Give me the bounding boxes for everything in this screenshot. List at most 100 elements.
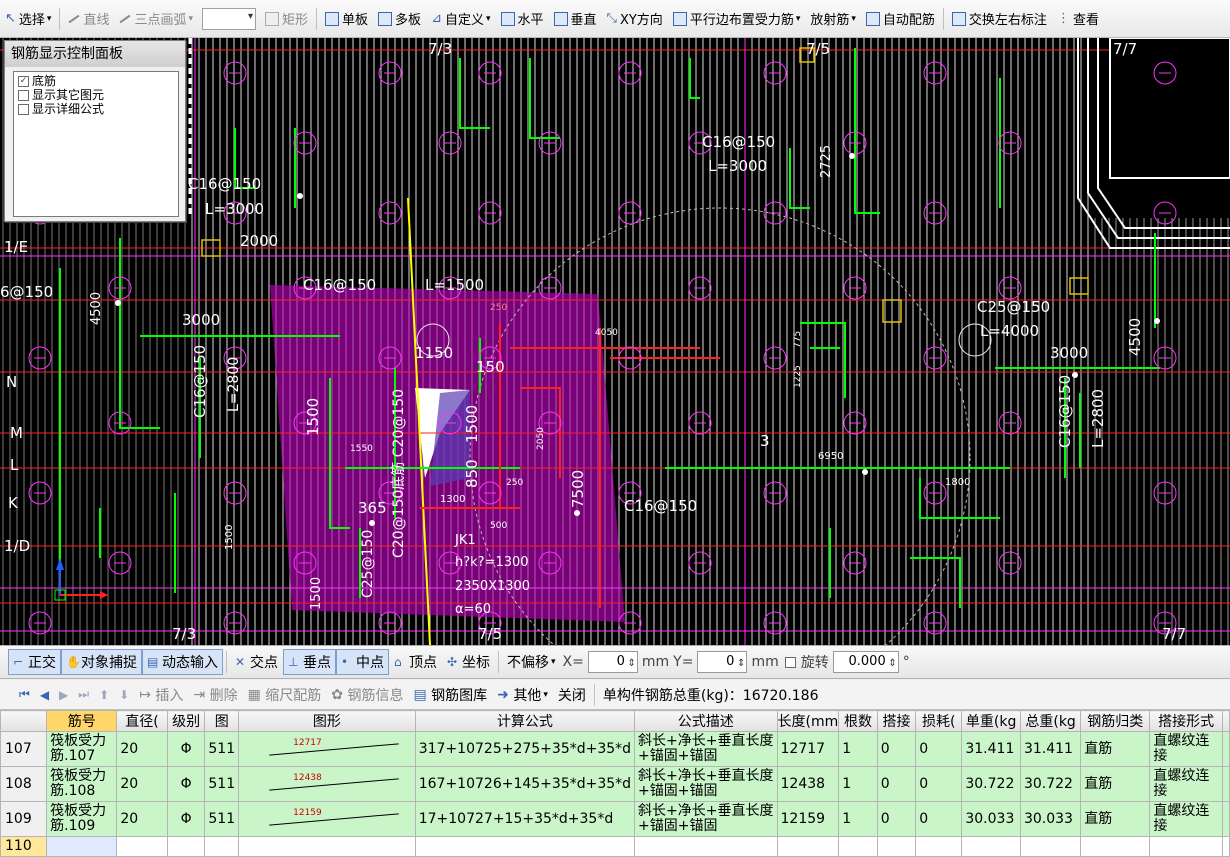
- scale-rebar-button[interactable]: ▦ 缩尺配筋: [248, 685, 322, 705]
- rotate-input[interactable]: 0.000: [832, 651, 899, 674]
- cell-unit-weight[interactable]: 30.722: [961, 766, 1021, 802]
- cell-formula[interactable]: 17+10727+15+35*d+35*d: [414, 801, 636, 837]
- object-snap-toggle[interactable]: ✋ 对象捕捉: [61, 649, 142, 675]
- last-record-icon[interactable]: ⏭: [78, 687, 89, 702]
- cell-extra[interactable]: [1221, 801, 1230, 837]
- rebar-library-button[interactable]: ▤ 钢筋图库: [413, 685, 487, 705]
- cell-grade[interactable]: Φ: [166, 766, 206, 802]
- col-header-formula[interactable]: 计算公式: [414, 710, 636, 732]
- cell-lap[interactable]: 0: [876, 766, 917, 802]
- cell-lap[interactable]: 0: [876, 731, 917, 767]
- cell-extra[interactable]: [1221, 836, 1230, 857]
- perpendicular-snap[interactable]: ⊥ 垂点: [283, 649, 336, 675]
- rebar-table[interactable]: 筋号 直径( 级别 图 图形 计算公式 公式描述 长度(mm 根数 搭接 损耗(…: [0, 710, 1230, 857]
- cell-unit-weight[interactable]: 31.411: [961, 731, 1021, 767]
- intersection-snap[interactable]: ✕ 交点: [230, 649, 283, 675]
- cell-total-weight[interactable]: 31.411: [1019, 731, 1082, 767]
- table-row-new[interactable]: 110: [0, 836, 1230, 857]
- cell-description[interactable]: 斜长+净长+垂直长度+锚固+锚固: [634, 731, 778, 767]
- cell-total-weight[interactable]: 30.033: [1019, 801, 1082, 837]
- cell-category[interactable]: 直筋: [1080, 801, 1151, 837]
- table-row[interactable]: 107 筏板受力筋.107 20 Φ 511 12717 317+10725+2…: [0, 731, 1230, 767]
- cell-loss[interactable]: 0: [915, 801, 963, 837]
- radial-rebar-button[interactable]: 放射筋 ▾: [806, 7, 860, 31]
- rebar-display-control-panel[interactable]: 钢筋显示控制面板 ✓ 底筋 显示其它图元 显示详细公式: [4, 40, 186, 222]
- table-row[interactable]: 109 筏板受力筋.109 20 Φ 511 12159 17+10727+15…: [0, 801, 1230, 837]
- cell-count[interactable]: 1: [838, 731, 878, 767]
- col-header-lap-type[interactable]: 搭接形式: [1149, 710, 1223, 732]
- arc-tool[interactable]: 三点画弧 ▾: [115, 7, 197, 31]
- cell-shape[interactable]: [238, 836, 416, 857]
- close-button[interactable]: 关闭: [558, 685, 586, 705]
- checkbox-checked-icon[interactable]: ✓: [18, 75, 29, 87]
- cell-unit-weight[interactable]: 30.033: [961, 801, 1021, 837]
- cell-extra[interactable]: [1221, 766, 1230, 802]
- cell-formula[interactable]: 167+10726+145+35*d+35*d: [414, 766, 636, 802]
- col-header-count[interactable]: 根数: [838, 710, 878, 732]
- col-header-shape[interactable]: 图形: [238, 710, 416, 732]
- cell-extra[interactable]: [1221, 731, 1230, 767]
- cell-category[interactable]: 直筋: [1080, 731, 1151, 767]
- cell-lap[interactable]: 0: [876, 801, 917, 837]
- rect-tool[interactable]: 矩形: [261, 7, 312, 31]
- insert-button[interactable]: ↦ 插入: [139, 685, 183, 705]
- col-header-figure[interactable]: 图: [204, 710, 240, 732]
- row-number[interactable]: 108: [0, 766, 48, 802]
- rotate-checkbox[interactable]: [784, 656, 796, 668]
- cell-count[interactable]: [838, 836, 878, 857]
- col-header-description[interactable]: 公式描述: [634, 710, 778, 732]
- view-button[interactable]: ⋮ 查看: [1053, 7, 1103, 31]
- cell-description[interactable]: 斜长+净长+垂直长度+锚固+锚固: [634, 801, 778, 837]
- cell-length[interactable]: 12717: [776, 731, 840, 767]
- cell-length[interactable]: 12159: [776, 801, 840, 837]
- horizontal-button[interactable]: 水平: [497, 7, 548, 31]
- col-header-grade[interactable]: 级别: [166, 710, 206, 732]
- col-header-length[interactable]: 长度(mm: [776, 710, 840, 732]
- cell-total-weight[interactable]: 30.722: [1019, 766, 1082, 802]
- y-offset-input[interactable]: 0: [697, 651, 748, 674]
- ortho-toggle[interactable]: ⌐ 正交: [8, 649, 61, 675]
- cell-grade[interactable]: Φ: [166, 731, 206, 767]
- swap-label-button[interactable]: 交换左右标注: [948, 7, 1051, 31]
- panel-option-bottom-rebar[interactable]: ✓ 底筋: [18, 74, 174, 88]
- cell-loss[interactable]: 0: [915, 766, 963, 802]
- auto-rebar-button[interactable]: 自动配筋: [862, 7, 939, 31]
- move-down-icon[interactable]: ⬇: [119, 688, 129, 702]
- cell-lap-type[interactable]: 直螺纹连接: [1149, 801, 1223, 837]
- col-header-unit-weight[interactable]: 单重(kg: [961, 710, 1021, 732]
- cell-figure[interactable]: 511: [204, 731, 240, 767]
- cell-bar-name[interactable]: 筏板受力筋.108: [46, 766, 118, 802]
- row-number[interactable]: 109: [0, 801, 48, 837]
- next-record-icon[interactable]: ▶: [59, 688, 68, 702]
- cell-total-weight[interactable]: [1019, 836, 1082, 857]
- cell-diameter[interactable]: 20: [116, 801, 168, 837]
- checkbox-icon[interactable]: [18, 103, 29, 115]
- checkbox-icon[interactable]: [18, 89, 29, 101]
- cell-formula[interactable]: 317+10725+275+35*d+35*d: [414, 731, 636, 767]
- cell-shape[interactable]: 12717: [238, 731, 416, 767]
- cell-grade[interactable]: [166, 836, 206, 857]
- dynamic-input-toggle[interactable]: ▤ 动态输入: [142, 649, 223, 675]
- row-number[interactable]: 110: [0, 836, 48, 857]
- cell-lap-type[interactable]: [1149, 836, 1223, 857]
- cell-lap[interactable]: [876, 836, 917, 857]
- cell-shape[interactable]: 12159: [238, 801, 416, 837]
- cell-count[interactable]: 1: [838, 801, 878, 837]
- cell-length[interactable]: 12438: [776, 766, 840, 802]
- cell-length[interactable]: [776, 836, 840, 857]
- vertex-snap[interactable]: ⌂ 顶点: [389, 649, 442, 675]
- cell-lap-type[interactable]: 直螺纹连接: [1149, 731, 1223, 767]
- col-header-bar-no[interactable]: 筋号: [46, 710, 118, 732]
- x-offset-input[interactable]: 0: [587, 651, 638, 674]
- cell-unit-weight[interactable]: [961, 836, 1021, 857]
- cell-category[interactable]: 直筋: [1080, 766, 1151, 802]
- panel-option-other-elements[interactable]: 显示其它图元: [18, 88, 174, 102]
- select-tool[interactable]: ↖ 选择 ▾: [1, 7, 55, 31]
- cell-description[interactable]: [634, 836, 778, 857]
- cell-formula[interactable]: [414, 836, 636, 857]
- move-up-icon[interactable]: ⬆: [99, 688, 109, 702]
- midpoint-snap[interactable]: • 中点: [336, 649, 389, 675]
- cell-diameter[interactable]: [116, 836, 168, 857]
- delete-button[interactable]: ⇥ 删除: [193, 685, 237, 705]
- cell-bar-name[interactable]: [46, 836, 118, 857]
